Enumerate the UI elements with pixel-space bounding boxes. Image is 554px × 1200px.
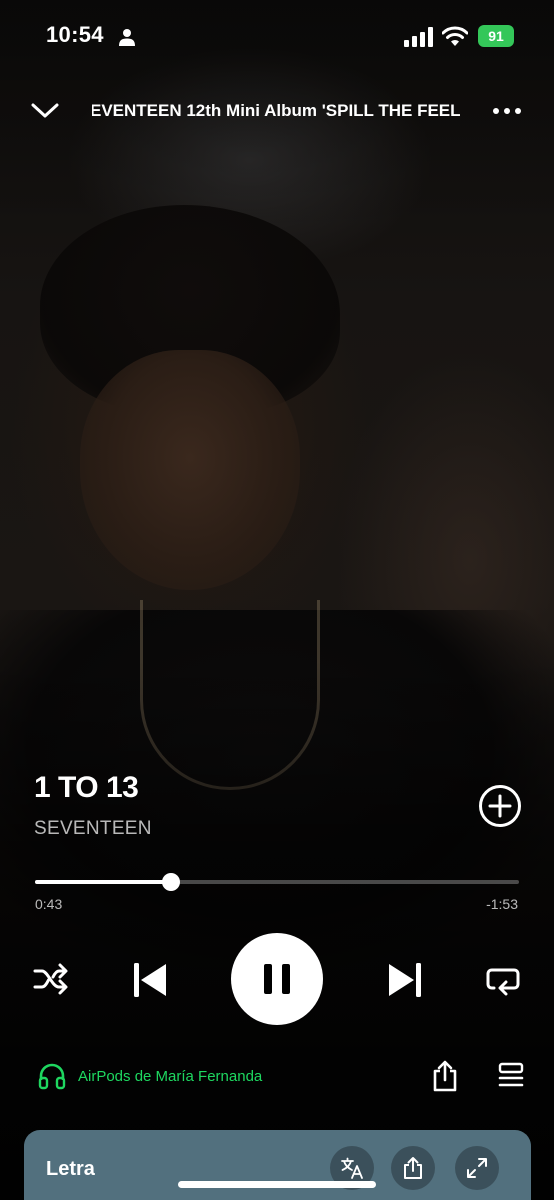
wifi-icon bbox=[442, 26, 468, 46]
lyrics-card[interactable]: Letra bbox=[24, 1130, 531, 1200]
playing-context-text: EVENTEEN 12th Mini Album 'SPILL THE FEEL bbox=[92, 101, 461, 120]
track-title: 1 TO 13 bbox=[34, 771, 139, 804]
playback-progress-slider[interactable] bbox=[35, 870, 519, 894]
pause-icon bbox=[264, 964, 290, 994]
pause-button[interactable] bbox=[231, 933, 323, 1025]
connected-device[interactable]: AirPods de María Fernanda bbox=[38, 1060, 262, 1092]
expand-button[interactable] bbox=[455, 1146, 499, 1190]
remaining-time: -1:53 bbox=[486, 896, 518, 912]
translate-icon bbox=[341, 1157, 363, 1179]
player-header: EVENTEEN 12th Mini Album 'SPILL THE FEEL bbox=[0, 84, 554, 136]
playing-context-title: EVENTEEN 12th Mini Album 'SPILL THE FEEL bbox=[92, 98, 464, 124]
progress-knob[interactable] bbox=[161, 873, 180, 891]
device-name: AirPods de María Fernanda bbox=[78, 1067, 263, 1085]
home-indicator[interactable] bbox=[178, 1181, 376, 1188]
queue-icon[interactable] bbox=[497, 1062, 525, 1090]
battery-level: 91 bbox=[488, 28, 504, 44]
progress-track bbox=[35, 880, 519, 884]
next-icon[interactable] bbox=[385, 960, 425, 1000]
more-icon[interactable] bbox=[492, 106, 522, 116]
cellular-signal-icon bbox=[404, 27, 433, 47]
battery-indicator: 91 bbox=[478, 25, 514, 47]
status-time: 10:54 bbox=[46, 22, 104, 47]
track-artist[interactable]: SEVENTEEN bbox=[34, 818, 152, 840]
lyrics-title: Letra bbox=[46, 1158, 95, 1180]
add-to-library-button[interactable] bbox=[478, 784, 522, 828]
person-icon bbox=[119, 29, 135, 46]
progress-fill bbox=[35, 880, 171, 884]
expand-icon bbox=[467, 1158, 487, 1178]
shuffle-icon[interactable] bbox=[32, 962, 70, 996]
headphones-icon bbox=[38, 1063, 66, 1090]
previous-icon[interactable] bbox=[130, 960, 170, 1000]
elapsed-time: 0:43 bbox=[35, 896, 63, 912]
share-icon bbox=[404, 1157, 422, 1179]
chevron-down-icon[interactable] bbox=[30, 98, 60, 122]
status-bar: 10:54 91 bbox=[0, 0, 554, 74]
lyrics-share-button[interactable] bbox=[391, 1146, 435, 1190]
repeat-icon[interactable] bbox=[484, 962, 522, 996]
share-icon[interactable] bbox=[430, 1060, 460, 1092]
